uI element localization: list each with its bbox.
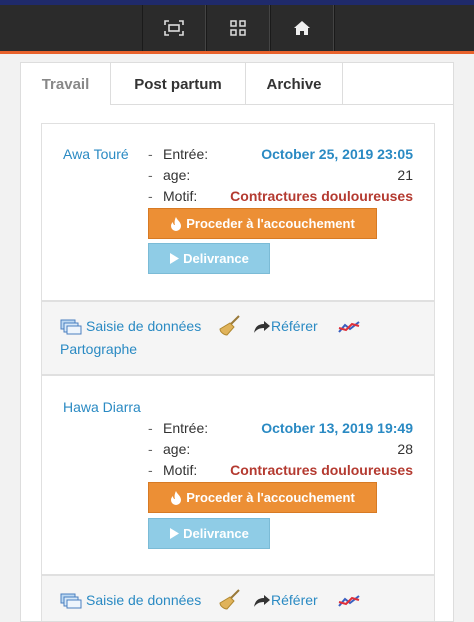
age-value: 21 <box>397 167 413 183</box>
tab-bar: Travail Post partum Archive <box>21 63 453 105</box>
patient-entry: Hawa Diarra - Entrée: October 13, 2019 1… <box>41 375 435 575</box>
separator-dash: - <box>148 188 153 204</box>
saisie-link[interactable]: Saisie de données <box>86 592 201 608</box>
home-icon <box>294 21 310 35</box>
accouchement-button[interactable]: Proceder à l'accouchement <box>148 208 377 239</box>
patient-entry: Awa Touré - Entrée: October 25, 2019 23:… <box>41 123 435 301</box>
share-arrow-icon <box>254 321 270 333</box>
accouchement-button[interactable]: Proceder à l'accouchement <box>148 482 377 513</box>
patient-name[interactable]: Hawa Diarra <box>63 399 141 415</box>
tab-archive[interactable]: Archive <box>246 63 343 105</box>
data-entry-icon <box>60 319 82 335</box>
data-entry-icon <box>60 593 82 609</box>
fullscreen-icon <box>164 20 184 36</box>
line-chart-icon[interactable] <box>338 594 360 608</box>
fire-icon <box>171 216 182 231</box>
delivrance-label: Delivrance <box>183 251 249 266</box>
play-icon <box>170 528 180 539</box>
separator-dash: - <box>148 146 153 162</box>
separator-dash: - <box>148 462 153 478</box>
accouchement-label: Proceder à l'accouchement <box>186 216 355 231</box>
age-label: age: <box>163 167 191 183</box>
fire-icon <box>171 490 182 505</box>
delivrance-button[interactable]: Delivrance <box>148 243 270 274</box>
tab-post-partum[interactable]: Post partum <box>111 63 246 105</box>
motif-value: Contractures douloureuses <box>230 188 413 204</box>
play-icon <box>170 253 180 264</box>
motif-label: Motif: <box>163 188 198 204</box>
actions-bar: Saisie de données Référer <box>41 575 435 621</box>
line-chart-icon[interactable] <box>338 320 360 334</box>
referer-link[interactable]: Référer <box>271 592 318 608</box>
tab-travail[interactable]: Travail <box>21 63 111 105</box>
partographe-link[interactable]: Partographe <box>60 341 137 357</box>
fullscreen-button[interactable] <box>142 5 206 51</box>
age-value: 28 <box>397 441 413 457</box>
entree-label: Entrée: <box>163 146 209 162</box>
apps-grid-button[interactable] <box>206 5 270 51</box>
accouchement-label: Proceder à l'accouchement <box>186 490 355 505</box>
toolbar-empty-slot <box>334 5 474 51</box>
entree-label: Entrée: <box>163 420 209 436</box>
entree-date: October 13, 2019 19:49 <box>261 420 413 436</box>
entree-date: October 25, 2019 23:05 <box>261 146 413 162</box>
separator-dash: - <box>148 420 153 436</box>
actions-bar: Saisie de données Référer Partographe <box>41 301 435 375</box>
motif-value: Contractures douloureuses <box>230 462 413 478</box>
referer-link[interactable]: Référer <box>271 318 318 334</box>
separator-dash: - <box>148 167 153 183</box>
broom-icon[interactable] <box>219 589 241 611</box>
share-arrow-icon <box>254 595 270 607</box>
patient-name[interactable]: Awa Touré <box>63 146 129 162</box>
broom-icon[interactable] <box>219 315 241 337</box>
age-label: age: <box>163 441 191 457</box>
motif-label: Motif: <box>163 462 198 478</box>
main-card: Travail Post partum Archive Awa Touré - … <box>20 62 454 622</box>
grid-icon <box>230 20 246 36</box>
separator-dash: - <box>148 441 153 457</box>
delivrance-button[interactable]: Delivrance <box>148 518 270 549</box>
home-button[interactable] <box>270 5 334 51</box>
top-toolbar <box>0 0 474 54</box>
saisie-link[interactable]: Saisie de données <box>86 318 201 334</box>
delivrance-label: Delivrance <box>183 526 249 541</box>
